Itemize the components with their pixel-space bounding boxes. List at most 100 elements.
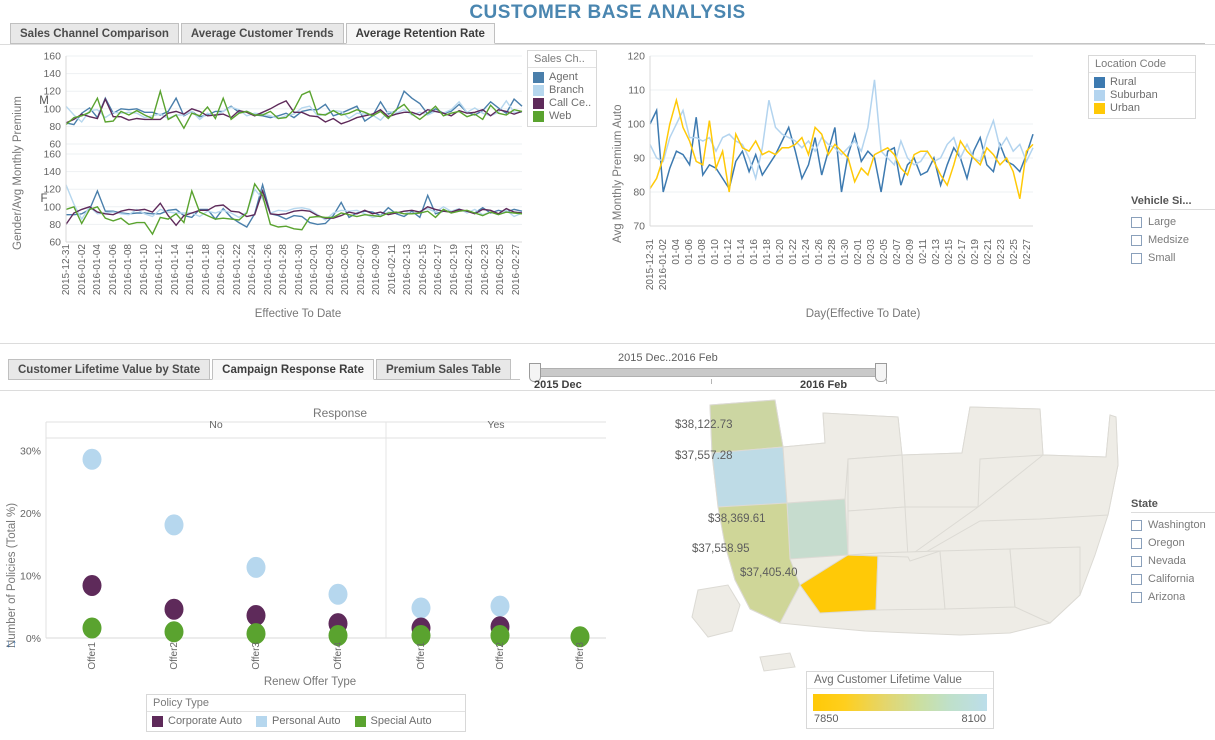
- chart2-x-tick: 02-07: [892, 239, 903, 265]
- legend-location-code-label: Rural: [1110, 76, 1137, 88]
- checkbox-icon[interactable]: [1131, 519, 1142, 531]
- chart1-x-tick: 2016-01-18: [200, 244, 212, 296]
- filter-state-label: Washington: [1148, 519, 1206, 531]
- chart1-x-tick: 2016-01-20: [216, 244, 228, 296]
- scatter-x-tick: Offer3: [251, 642, 262, 670]
- chart1-x-tick: 2016-02-23: [479, 244, 491, 296]
- legend-sales-channel-title: Sales Ch..: [528, 51, 596, 68]
- legend-location-code-item[interactable]: Suburban: [1094, 89, 1190, 101]
- scatter-x-tick: Offer3: [575, 642, 586, 670]
- legend-sales-channel-item[interactable]: Branch: [533, 84, 591, 96]
- checkbox-icon[interactable]: [1131, 555, 1142, 567]
- scatter-point[interactable]: [164, 514, 184, 536]
- date-range-slider[interactable]: 2015 Dec..2016 Feb 2015 Dec 2016 Feb: [528, 352, 888, 391]
- legend-sales-channel-item[interactable]: Web: [533, 110, 591, 122]
- slider-range-label: 2015 Dec..2016 Feb: [618, 352, 718, 364]
- legend-location-code-item[interactable]: Rural: [1094, 76, 1190, 88]
- checkbox-icon[interactable]: [1131, 573, 1142, 585]
- sort-icon[interactable]: ↓↑: [6, 638, 17, 650]
- scatter-point[interactable]: [411, 597, 431, 619]
- legend-sales-channel-item[interactable]: Call Ce..: [533, 97, 591, 109]
- svg-text:20%: 20%: [20, 508, 41, 520]
- scatter-point[interactable]: [82, 575, 102, 596]
- tab-1[interactable]: Sales Channel Comparison: [10, 23, 179, 44]
- filter-vehicle-size-row[interactable]: Small: [1131, 249, 1215, 267]
- chart1-x-tick: 2015-12-31: [61, 244, 72, 296]
- legend-sales-channel-label: Agent: [549, 71, 578, 83]
- filter-state-row[interactable]: Arizona: [1131, 588, 1215, 606]
- legend-location-code: Location Code Rural Suburban Urban: [1088, 55, 1196, 119]
- legend-policy-type-item[interactable]: Corporate Auto: [152, 715, 242, 727]
- scatter-point[interactable]: [490, 595, 510, 617]
- chart1-x-tick: 2016-01-06: [107, 244, 119, 296]
- chart2-x-tick: 01-16: [749, 239, 760, 265]
- checkbox-icon[interactable]: [1131, 591, 1142, 603]
- filter-vehicle-size: Vehicle Si... Large Medsize Small: [1131, 195, 1215, 267]
- chart1-x-axis-title: Effective To Date: [254, 308, 342, 320]
- legend-policy-type-label: Personal Auto: [272, 715, 341, 727]
- scatter-x-tick: Offer2: [495, 642, 506, 670]
- slider-track[interactable]: [534, 368, 882, 377]
- tab-2[interactable]: Campaign Response Rate: [212, 359, 375, 380]
- scatter-point[interactable]: [164, 598, 184, 620]
- chart1-x-tick: 2016-02-07: [355, 244, 367, 296]
- chart1-x-tick: 2016-01-24: [247, 244, 259, 296]
- legend-policy-type-item[interactable]: Special Auto: [354, 715, 432, 727]
- chart2-x-tick: 01-14: [736, 239, 747, 265]
- color-swatch-icon: [256, 715, 267, 727]
- chart1-x-tick: 2016-01-28: [278, 244, 290, 296]
- scatter-point[interactable]: [246, 556, 266, 578]
- scatter-point[interactable]: [246, 605, 266, 626]
- chart2-x-tick: 01-30: [840, 239, 851, 265]
- legend-location-code-label: Suburban: [1110, 89, 1158, 101]
- color-swatch-icon: [354, 715, 366, 727]
- filter-state-row[interactable]: Oregon: [1131, 534, 1215, 552]
- legend-clv-max: 8100: [961, 713, 986, 725]
- tab-3[interactable]: Premium Sales Table: [376, 359, 511, 380]
- chart2-x-tick: 2015-12-31: [645, 239, 656, 291]
- checkbox-icon[interactable]: [1131, 252, 1142, 264]
- chart1-x-tick: 2016-02-11: [386, 244, 398, 295]
- scatter-x-tick: Offer4: [333, 642, 344, 670]
- filter-vehicle-size-row[interactable]: Medsize: [1131, 231, 1215, 249]
- chart1-x-tick: 2016-01-14: [169, 244, 181, 296]
- svg-text:F: F: [40, 193, 47, 205]
- bottom-tabstrip: Customer Lifetime Value by State Campaign…: [8, 358, 520, 380]
- legend-sales-channel-item[interactable]: Agent: [533, 71, 591, 83]
- checkbox-icon[interactable]: [1131, 537, 1142, 549]
- color-swatch-icon: [533, 71, 544, 83]
- filter-state-row[interactable]: Washington: [1131, 516, 1215, 534]
- checkbox-icon[interactable]: [1131, 216, 1142, 228]
- filter-state-label: Oregon: [1148, 537, 1185, 549]
- chart2-x-tick: 02-01: [853, 239, 864, 265]
- scatter-point[interactable]: [82, 617, 102, 639]
- chart-location-premium-trend: Avg Monthly Premium Auto 70 80 90 100 110 120…: [608, 46, 1098, 326]
- svg-text:30%: 30%: [20, 446, 41, 458]
- legend-policy-type-label: Corporate Auto: [168, 715, 242, 727]
- legend-location-code-item[interactable]: Urban: [1094, 102, 1190, 114]
- scatter-point[interactable]: [82, 448, 102, 470]
- filter-state-row[interactable]: Nevada: [1131, 552, 1215, 570]
- tab-3[interactable]: Average Retention Rate: [345, 23, 495, 44]
- chart1-x-tick: 2016-02-09: [371, 244, 383, 296]
- tab-1[interactable]: Customer Lifetime Value by State: [8, 359, 211, 380]
- chart1-x-tick: 2016-02-05: [340, 244, 352, 296]
- svg-text:100: 100: [627, 119, 645, 131]
- checkbox-icon[interactable]: [1131, 234, 1142, 246]
- chart2-x-tick: 02-03: [866, 239, 877, 265]
- svg-text:10%: 10%: [20, 571, 41, 583]
- scatter-facet-label: No: [209, 419, 223, 431]
- chart2-x-tick: 01-26: [814, 239, 825, 265]
- filter-state-row[interactable]: California: [1131, 570, 1215, 588]
- chart1-x-tick: 2016-02-13: [402, 244, 414, 296]
- legend-policy-type-item[interactable]: Personal Auto: [256, 715, 341, 727]
- legend-clv-title: Avg Customer Lifetime Value: [807, 672, 993, 689]
- chart2-x-tick: 02-05: [879, 239, 890, 265]
- map-customer-lifetime-value[interactable]: $38,122.73 $37,557.28 $38,369.61 $37,558.95…: [640, 395, 1120, 685]
- chart2-x-tick: 01-20: [775, 239, 786, 265]
- tab-2[interactable]: Average Customer Trends: [180, 23, 344, 44]
- chart2-x-tick: 01-24: [801, 239, 812, 265]
- scatter-point[interactable]: [328, 583, 348, 605]
- chart2-x-tick: 01-12: [723, 239, 734, 265]
- filter-vehicle-size-row[interactable]: Large: [1131, 213, 1215, 231]
